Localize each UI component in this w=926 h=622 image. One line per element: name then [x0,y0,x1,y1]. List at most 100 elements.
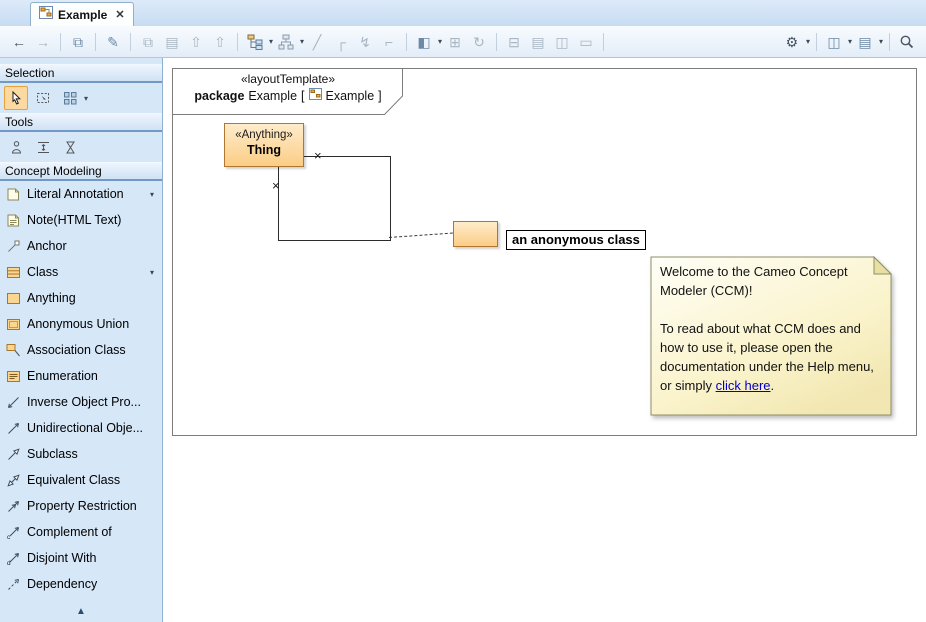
diagram-canvas[interactable]: «layoutTemplate» package Example [ Examp… [164,58,926,622]
palette-item-label: Subclass [27,447,78,461]
swimlane-button[interactable]: ⊟ [503,31,525,53]
palette-item-property-restriction[interactable]: Property Restriction [0,493,162,519]
copy-button[interactable]: ⧉ [137,31,159,53]
back-button[interactable]: ← [8,31,30,53]
section-header-tools[interactable]: Tools [0,113,162,132]
containment-tree-button[interactable] [244,31,266,53]
palette-item-label: Association Class [27,343,126,357]
note-suffix: . [771,378,775,393]
move-up-button[interactable]: ⇧ [185,31,207,53]
toolbar-separator [60,33,61,51]
palette-item-equivalent-class[interactable]: Equivalent Class [0,467,162,493]
note-text: Welcome to the Cameo Concept Modeler (CC… [660,262,878,395]
window-layout-button[interactable]: ◫ [823,31,845,53]
palette-item-complement-of[interactable]: c Complement of [0,519,162,545]
add-element-button[interactable]: ⊞ [444,31,466,53]
chevron-down-icon[interactable]: ▾ [300,37,304,46]
inverse-object-property-icon [6,395,21,410]
chevron-down-icon[interactable]: ▾ [269,37,273,46]
palette-collapse-arrow[interactable]: ▲ [0,606,162,617]
thing-name: Thing [225,142,303,158]
note-intro: Welcome to the Cameo Concept Modeler (CC… [660,264,848,298]
cursor-tool-button[interactable] [4,86,28,110]
oblique-path-button[interactable]: ╱ [306,31,328,53]
toolbar-separator [130,33,131,51]
anonymous-union-icon [6,317,21,332]
welcome-note[interactable]: Welcome to the Cameo Concept Modeler (CC… [650,256,892,416]
chevron-down-icon[interactable]: ▾ [150,190,156,199]
tab-close-icon[interactable]: ✕ [115,8,124,21]
marquee-select-tool-button[interactable] [31,86,55,110]
forward-button[interactable]: → [32,31,54,53]
palette-item-label: Literal Annotation [27,187,124,201]
gear-icon[interactable]: ⚙ [781,31,803,53]
palette-item-label: Anything [27,291,76,305]
fill-color-button[interactable]: ◧ [413,31,435,53]
anonymous-class-label[interactable]: an anonymous class [506,230,646,250]
move-layer-button[interactable]: ⇧ [209,31,231,53]
property-restriction-icon [6,499,21,514]
search-icon[interactable] [896,31,918,53]
palette-item-inverse-object-property[interactable]: Inverse Object Pro... [0,389,162,415]
palette-item-class[interactable]: Class ▾ [0,259,162,285]
palette-item-label: Complement of [27,525,112,539]
group-select-tool-button[interactable] [58,86,82,110]
chevron-down-icon[interactable]: ▾ [848,37,852,46]
rectilinear-path-button[interactable]: ┌ [330,31,352,53]
palette-item-dependency[interactable]: Dependency [0,571,162,597]
chevron-down-icon[interactable]: ▾ [84,94,88,103]
thing-class-shape[interactable]: «Anything» Thing [224,123,304,167]
tab-example[interactable]: Example ✕ [30,2,134,26]
palette-item-subclass[interactable]: Subclass [0,441,162,467]
palette-item-anchor[interactable]: Anchor [0,233,162,259]
palette-item-label: Enumeration [27,369,98,383]
section-header-concept-modeling[interactable]: Concept Modeling [0,162,162,181]
frame-header[interactable]: «layoutTemplate» package Example [ Examp… [173,69,403,103]
chevron-down-icon[interactable]: ▾ [438,37,442,46]
hourglass-tool-button[interactable] [58,135,82,159]
zigzag-path-button[interactable]: ↯ [354,31,376,53]
diagram-properties-button[interactable]: ✎ [102,31,124,53]
dependency-icon [6,577,21,592]
palette-item-association-class[interactable]: Association Class [0,337,162,363]
svg-text:d: d [7,560,11,566]
frame-title-line: package Example [ Example ] [173,88,403,103]
related-diagrams-button[interactable]: ⧉ [67,31,89,53]
corner-path-button[interactable]: ⌐ [378,31,400,53]
palette-item-anything[interactable]: Anything [0,285,162,311]
view-list-button[interactable]: ▤ [854,31,876,53]
toolbar-separator [95,33,96,51]
subclass-icon [6,447,21,462]
section-header-selection[interactable]: Selection [0,64,162,83]
actor-tool-button[interactable] [4,135,28,159]
enumeration-icon [6,369,21,384]
toolbar-separator [603,33,604,51]
diagram-frame[interactable]: «layoutTemplate» package Example [ Examp… [172,68,917,436]
anything-icon [6,291,21,306]
palette-item-disjoint-with[interactable]: d Disjoint With [0,545,162,571]
palette-item-unidirectional-object-property[interactable]: Unidirectional Obje... [0,415,162,441]
palette-item-note-html[interactable]: Note(HTML Text) [0,207,162,233]
click-here-link[interactable]: click here [716,378,771,393]
grid-layout-button[interactable]: ▤ [527,31,549,53]
paste-button[interactable]: ▤ [161,31,183,53]
layout-tree-button[interactable] [275,31,297,53]
refresh-button[interactable]: ↻ [468,31,490,53]
anonymous-union-rectangle[interactable] [278,156,391,241]
note-html-icon [6,213,21,228]
chevron-down-icon[interactable]: ▾ [879,37,883,46]
palette-item-literal-annotation[interactable]: Literal Annotation ▾ [0,181,162,207]
non-navigable-marker: × [272,179,280,192]
non-navigable-marker: × [314,149,322,162]
separator-tool-button[interactable] [31,135,55,159]
anonymous-class-shape[interactable] [453,221,498,247]
unidirectional-object-property-icon [6,421,21,436]
frame-diagram-name: Example [326,89,375,103]
dashed-connector[interactable] [389,233,453,238]
split-view-button[interactable]: ◫ [551,31,573,53]
palette-item-anonymous-union[interactable]: Anonymous Union [0,311,162,337]
palette-item-enumeration[interactable]: Enumeration [0,363,162,389]
chevron-down-icon[interactable]: ▾ [806,37,810,46]
frame-view-button[interactable]: ▭ [575,31,597,53]
chevron-down-icon[interactable]: ▾ [150,268,156,277]
